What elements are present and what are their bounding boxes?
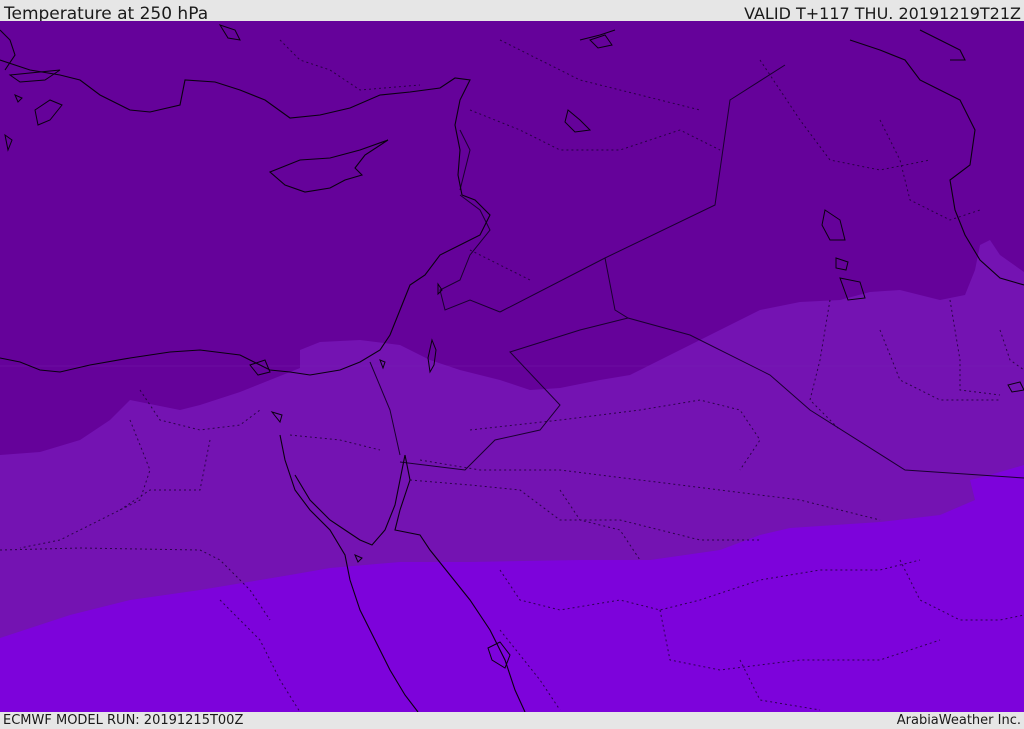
header-bar: Temperature at 250 hPa VALID T+117 THU. … [0, 0, 1024, 24]
map-canvas [0, 21, 1024, 712]
footer-bar: ECMWF MODEL RUN: 20191215T00Z ArabiaWeat… [0, 712, 1024, 729]
weather-map[interactable] [0, 21, 1024, 712]
model-run-label: ECMWF MODEL RUN: 20191215T00Z [3, 713, 244, 728]
credit-label: ArabiaWeather Inc. [896, 713, 1021, 728]
